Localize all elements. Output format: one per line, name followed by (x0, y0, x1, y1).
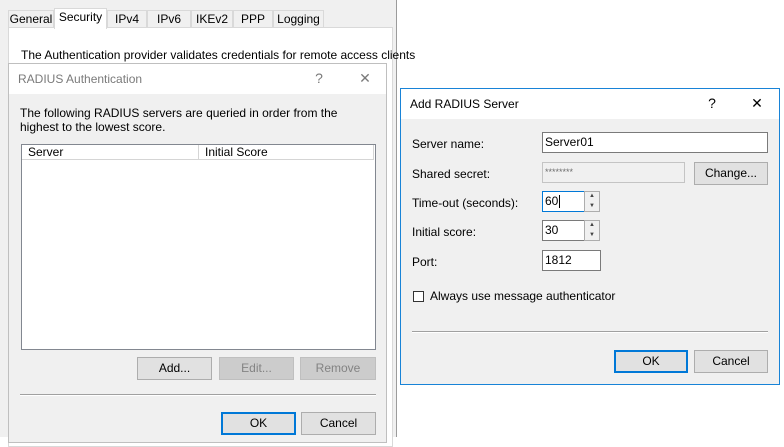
radius-description: The following RADIUS servers are queried… (20, 106, 338, 134)
server-name-label: Server name: (412, 137, 485, 151)
remove-button[interactable]: Remove (300, 357, 376, 380)
timeout-spinner[interactable]: ▲ ▼ (584, 191, 600, 212)
radius-dialog-title: RADIUS Authentication (18, 72, 143, 86)
help-icon[interactable]: ? (702, 95, 722, 111)
divider (20, 394, 376, 396)
column-header-server[interactable]: Server (22, 145, 199, 160)
add-button[interactable]: Add... (137, 357, 212, 380)
add-server-title: Add RADIUS Server (410, 97, 519, 111)
spin-down-icon[interactable]: ▼ (585, 231, 599, 240)
initial-score-spinner[interactable]: ▲ ▼ (584, 220, 600, 241)
always-auth-checkbox[interactable] (413, 291, 424, 302)
initial-score-label: Initial score: (412, 225, 477, 239)
initial-score-input[interactable]: 30 (542, 220, 585, 241)
column-header-initial-score[interactable]: Initial Score (199, 145, 374, 160)
divider (412, 331, 768, 333)
port-input[interactable]: 1812 (542, 250, 601, 271)
tab-ppp[interactable]: PPP (233, 10, 273, 28)
ok-button[interactable]: OK (221, 412, 296, 435)
add-radius-server-dialog: Add RADIUS Server ? ✕ Server name: Serve… (400, 88, 780, 385)
help-icon[interactable]: ? (309, 70, 329, 86)
radius-server-list[interactable]: Server Initial Score (21, 144, 376, 350)
auth-provider-text: The Authentication provider validates cr… (21, 48, 416, 62)
tab-ipv4[interactable]: IPv4 (107, 10, 147, 28)
close-icon[interactable]: ✕ (747, 95, 767, 112)
port-label: Port: (412, 255, 438, 269)
spin-down-icon[interactable]: ▼ (585, 202, 599, 211)
spin-up-icon[interactable]: ▲ (585, 221, 599, 230)
tab-ikev2[interactable]: IKEv2 (191, 10, 233, 28)
tab-security[interactable]: Security (54, 8, 107, 29)
properties-window: General Security IPv4 IPv6 IKEv2 PPP Log… (0, 0, 415, 447)
tab-general[interactable]: General (8, 10, 54, 28)
edit-button[interactable]: Edit... (219, 357, 294, 380)
radius-dialog-titlebar: RADIUS Authentication ? ✕ (9, 64, 386, 94)
radius-authentication-dialog: RADIUS Authentication ? ✕ The following … (8, 63, 387, 443)
shared-secret-input: ******** (542, 162, 685, 183)
add-server-titlebar: Add RADIUS Server ? ✕ (401, 89, 779, 119)
always-auth-label[interactable]: Always use message authenticator (430, 289, 615, 303)
shared-secret-label: Shared secret: (412, 167, 491, 181)
cancel-button[interactable]: Cancel (694, 350, 768, 373)
timeout-input[interactable]: 60 (542, 191, 585, 212)
tab-ipv6[interactable]: IPv6 (147, 10, 191, 28)
close-icon[interactable]: ✕ (355, 70, 375, 87)
spin-up-icon[interactable]: ▲ (585, 192, 599, 201)
server-name-input[interactable]: Server01 (542, 132, 768, 153)
change-button[interactable]: Change... (694, 162, 768, 185)
ok-button[interactable]: OK (614, 350, 688, 373)
cancel-button[interactable]: Cancel (301, 412, 376, 435)
tab-logging[interactable]: Logging (273, 10, 324, 28)
timeout-label: Time-out (seconds): (412, 196, 519, 210)
